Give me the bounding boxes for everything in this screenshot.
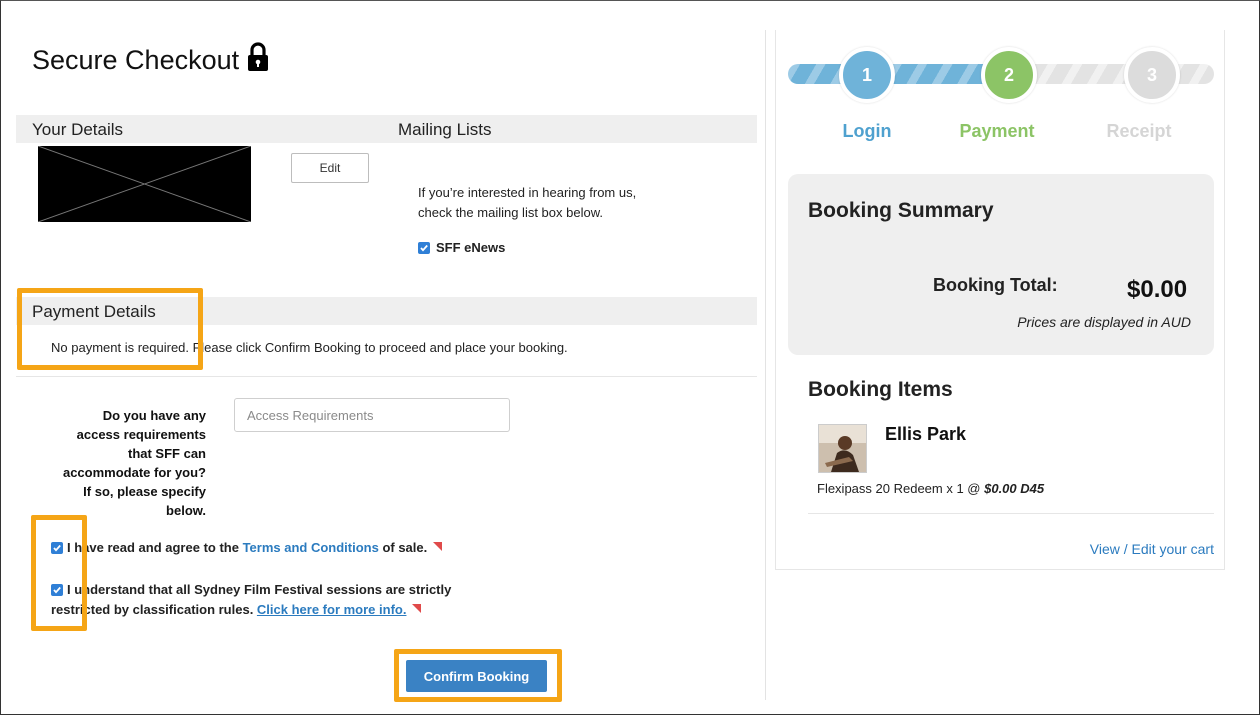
page-title: Secure Checkout xyxy=(32,42,269,79)
booking-item-line: Flexipass 20 Redeem x 1 @ $0.00 D45 xyxy=(817,481,1044,496)
lock-icon xyxy=(247,42,269,79)
booking-total-value: $0.00 xyxy=(1127,276,1188,303)
items-divider xyxy=(808,513,1214,514)
classification-line1-wrap: I understand that all Sydney Film Festiv… xyxy=(51,580,451,600)
red-flag-icon xyxy=(433,542,443,551)
step-receipt-label: Receipt xyxy=(1106,121,1172,141)
step-3-circle: 3 xyxy=(1124,47,1180,103)
edit-details-button[interactable]: Edit xyxy=(291,153,369,183)
classification-line1: I understand that all Sydney Film Festiv… xyxy=(67,582,452,597)
classification-row: I understand that all Sydney Film Festiv… xyxy=(51,580,451,620)
progress-track-done xyxy=(788,64,1008,84)
terms-link[interactable]: Terms and Conditions xyxy=(243,540,379,555)
section-divider xyxy=(16,376,757,377)
booking-items-title: Booking Items xyxy=(808,378,953,401)
enews-label: SFF eNews xyxy=(436,240,506,255)
page-title-text: Secure Checkout xyxy=(32,45,240,75)
access-question-line: accommodate for you? xyxy=(62,465,206,480)
view-edit-cart-link[interactable]: View / Edit your cart xyxy=(1040,541,1214,557)
step-1-circle: 1 xyxy=(839,47,895,103)
terms-suffix: of sale. xyxy=(378,540,428,555)
step-login-label: Login xyxy=(842,121,892,141)
booking-total-label: Booking Total: xyxy=(933,275,1058,295)
classification-line2: restricted by classification rules. Clic… xyxy=(51,600,451,620)
access-question-line: that SFF can xyxy=(127,446,206,461)
column-divider xyxy=(765,30,766,700)
booking-summary-title: Booking Summary xyxy=(808,199,994,222)
classification-info-link[interactable]: Click here for more info. xyxy=(257,602,407,617)
terms-prefix: I have read and agree to the xyxy=(67,540,243,555)
enews-checkbox[interactable] xyxy=(418,242,430,254)
access-question-line: If so, please specify xyxy=(83,484,206,499)
step-payment-label: Payment xyxy=(959,121,1035,141)
mailing-lists-heading: Mailing Lists xyxy=(398,120,492,139)
access-question: Do you have any access requirements that… xyxy=(40,406,206,520)
booking-item-title: Ellis Park xyxy=(885,424,967,444)
highlight-checkboxes xyxy=(31,515,87,631)
highlight-confirm xyxy=(394,649,562,702)
redacted-user-details xyxy=(38,146,251,222)
film-thumbnail xyxy=(818,424,867,473)
redaction-cross-icon xyxy=(38,146,251,222)
red-flag-icon xyxy=(412,604,422,613)
mailing-info: If you’re interested in hearing from us,… xyxy=(418,183,636,223)
access-question-line: Do you have any xyxy=(102,408,206,423)
your-details-heading: Your Details xyxy=(32,120,124,139)
step-1-number: 1 xyxy=(861,64,872,85)
step-2-circle: 2 xyxy=(981,47,1037,103)
step-3-number: 3 xyxy=(1146,64,1157,85)
step-2-number: 2 xyxy=(1003,64,1014,85)
booking-item-desc: Flexipass 20 Redeem x 1 @ xyxy=(817,481,985,496)
access-question-line: access requirements xyxy=(76,427,206,442)
access-requirements-input[interactable] xyxy=(234,398,510,432)
mailing-info-line2: check the mailing list box below. xyxy=(418,205,603,220)
film-still-image xyxy=(819,425,866,472)
highlight-payment xyxy=(17,288,203,370)
terms-text: I have read and agree to the Terms and C… xyxy=(67,538,443,558)
booking-item-price: $0.00 D45 xyxy=(984,481,1045,496)
mailing-info-line1: If you’re interested in hearing from us, xyxy=(418,185,637,200)
terms-row: I have read and agree to the Terms and C… xyxy=(51,538,443,558)
currency-note: Prices are displayed in AUD xyxy=(1017,314,1191,330)
enews-option[interactable]: SFF eNews xyxy=(418,238,505,258)
details-header-bar xyxy=(16,115,757,143)
